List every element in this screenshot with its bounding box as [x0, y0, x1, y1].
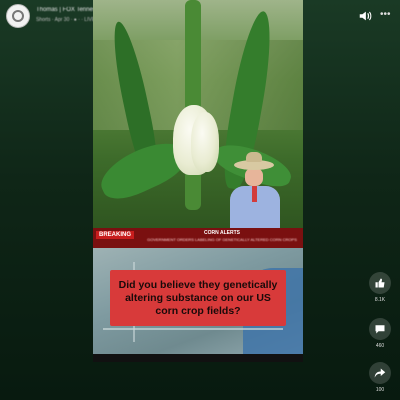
comment-icon[interactable] — [369, 318, 391, 340]
map-background: Did you believe they genetically alterin… — [93, 248, 303, 354]
quote-box: Did you believe they genetically alterin… — [110, 270, 286, 326]
volume-icon[interactable] — [358, 9, 372, 23]
banner-headline: CORN ALERTS — [204, 230, 240, 236]
banner-subline: GOVERNMENT ORDERS LABELING OF GENETICALL… — [147, 237, 297, 242]
comment-action[interactable]: 460 — [366, 318, 394, 349]
news-banner: BREAKING CORN ALERTS GOVERNMENT ORDERS L… — [93, 228, 303, 248]
share-count: 100 — [375, 387, 385, 393]
breaking-tag: BREAKING — [96, 231, 135, 239]
share-icon[interactable] — [369, 362, 391, 384]
like-count: 8.1K — [374, 297, 386, 303]
more-icon[interactable]: ••• — [380, 10, 391, 20]
video-bottom-bar — [93, 354, 303, 362]
video-player[interactable]: BREAKING CORN ALERTS GOVERNMENT ORDERS L… — [93, 0, 303, 362]
video-meta: Shorts · Apr 30 · ● · · LIVE — [36, 17, 96, 23]
quote-text: Did you believe they genetically alterin… — [118, 278, 278, 317]
like-icon[interactable] — [369, 272, 391, 294]
corn-field-image — [93, 0, 303, 230]
presenter — [228, 152, 284, 230]
comment-count: 460 — [375, 343, 385, 349]
like-action[interactable]: 8.1K — [366, 272, 394, 303]
channel-avatar[interactable] — [6, 4, 30, 28]
share-action[interactable]: 100 — [366, 362, 394, 393]
